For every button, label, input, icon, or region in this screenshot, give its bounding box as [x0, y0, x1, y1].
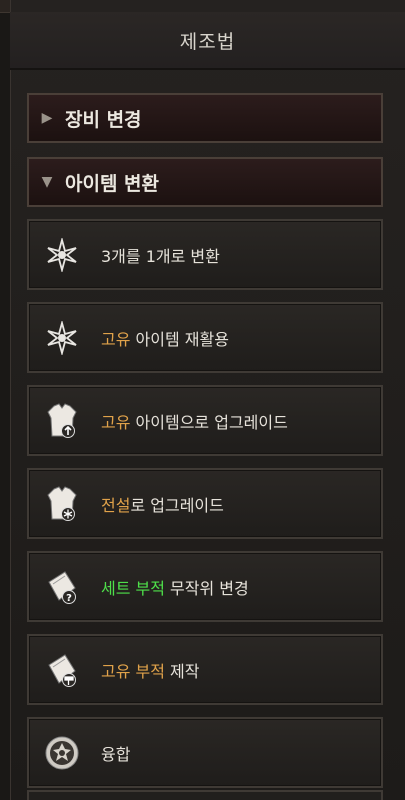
section-label: 장비 변경	[65, 108, 142, 131]
recipe-label-part: 고유 부적	[101, 661, 165, 681]
recipe-label: 3개를 1개로 변환	[101, 243, 220, 267]
charm-hammer-icon	[43, 650, 81, 690]
recipe-label-part: 3개를 1개로 변환	[101, 246, 220, 266]
next-item-edge	[27, 790, 383, 800]
recipe-label-part: 아이템 재활용	[130, 329, 229, 349]
section-label: 아이템 변환	[65, 172, 160, 195]
fusion-icon	[43, 733, 81, 773]
charm-question-icon: ?	[43, 567, 81, 607]
recipe-label-part: 융합	[101, 744, 131, 764]
recipe-item[interactable]: 고유 부적 제작	[27, 634, 383, 705]
recipe-label-part: 전설	[101, 495, 131, 515]
recipe-label-part: 제작	[164, 661, 200, 681]
recipe-item[interactable]: 고유 아이템으로 업그레이드	[27, 385, 383, 456]
recipe-label: 고유 아이템 재활용	[101, 326, 229, 350]
armor-snowflake-icon	[43, 484, 81, 524]
recipe-label: 세트 부적 무작위 변경	[101, 575, 249, 599]
section-item-conversion[interactable]: ▼ 아이템 변환	[27, 157, 383, 207]
svg-text:?: ?	[66, 593, 72, 604]
recipe-item[interactable]: ? 세트 부적 무작위 변경	[27, 551, 383, 622]
recipe-label: 융합	[101, 741, 130, 765]
recipe-label-part: 고유	[101, 412, 131, 432]
recipe-label: 고유 아이템으로 업그레이드	[101, 409, 288, 433]
section-equipment-change[interactable]: ▶ 장비 변경	[27, 93, 383, 143]
recipe-label: 고유 부적 제작	[101, 658, 200, 682]
armor-upgrade-icon	[43, 401, 81, 441]
recipe-label-part: 아이템으로 업그레이드	[130, 412, 288, 432]
recipe-label: 전설로 업그레이드	[101, 492, 224, 516]
star-icon	[43, 318, 81, 358]
recipe-item[interactable]: 융합	[27, 717, 383, 788]
panel-title: 제조법	[10, 12, 405, 70]
recipe-label-part: 고유	[101, 329, 131, 349]
recipe-item[interactable]: 전설로 업그레이드	[27, 468, 383, 539]
recipe-list: ▶ 장비 변경 ▼ 아이템 변환 3개를 1개로 변환 고유 아이템 재활용 고유 …	[27, 93, 383, 800]
triangle-down-icon: ▼	[41, 174, 53, 190]
recipe-label-part: 무작위 변경	[164, 578, 249, 598]
triangle-right-icon: ▶	[41, 110, 53, 126]
recipe-item[interactable]: 고유 아이템 재활용	[27, 302, 383, 373]
recipe-item[interactable]: 3개를 1개로 변환	[27, 219, 383, 290]
recipe-label-part: 로 업그레이드	[130, 495, 224, 515]
star-icon	[43, 235, 81, 275]
recipe-label-part: 세트 부적	[101, 578, 165, 598]
